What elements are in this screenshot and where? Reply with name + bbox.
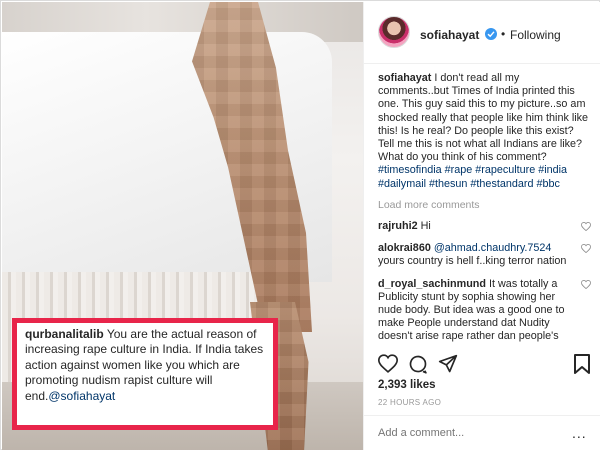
heart-icon[interactable] xyxy=(377,354,399,378)
caption-hashtags[interactable]: #timesofindia #rape #rapeculture #india … xyxy=(378,164,567,189)
comment-username[interactable]: alokrai860 xyxy=(378,242,431,254)
highlighted-comment-mention: @sofiahayat xyxy=(48,388,116,403)
post-side-panel: sofiahayat • Following sofiahayat I don'… xyxy=(363,2,600,450)
comment-mention[interactable]: @ahmad.chaudhry.7524 xyxy=(434,242,552,254)
comment-item: d_royal_sachinmund It was totally a Publ… xyxy=(378,278,591,344)
verified-badge-icon xyxy=(485,28,497,40)
post-caption: sofiahayat I don't read all my comments.… xyxy=(378,72,591,191)
caption-username[interactable]: sofiahayat xyxy=(378,72,431,84)
comment-item: rajruhi2 Hi xyxy=(378,220,591,233)
post-actions-bar xyxy=(364,354,600,380)
comment-icon[interactable] xyxy=(408,354,428,379)
more-options-icon[interactable]: ... xyxy=(572,425,587,441)
comment-text: Hi xyxy=(420,220,431,233)
post-timestamp: 22 HOURS AGO xyxy=(378,398,442,407)
header-username[interactable]: sofiahayat xyxy=(420,28,479,42)
comment-username[interactable]: rajruhi2 xyxy=(378,220,418,232)
post-photo[interactable]: qurbanalitalib You are the actual reason… xyxy=(2,2,363,450)
post-header: sofiahayat • Following xyxy=(364,2,600,64)
following-button[interactable]: Following xyxy=(510,28,561,42)
avatar[interactable] xyxy=(378,16,410,48)
share-icon[interactable] xyxy=(438,354,458,379)
follow-separator: • xyxy=(501,27,506,41)
comment-text: yours country is hell f..king terror nat… xyxy=(378,255,567,268)
add-comment-input[interactable] xyxy=(378,427,558,439)
load-more-comments-link[interactable]: Load more comments xyxy=(378,199,591,212)
highlighted-comment: qurbanalitalib You are the actual reason… xyxy=(12,318,278,430)
comment-like-heart-icon[interactable] xyxy=(581,279,591,293)
add-comment-bar: ... xyxy=(364,415,600,450)
comment-item: alokrai860 @ahmad.chaudhry.7524 yours co… xyxy=(378,242,591,268)
bookmark-icon[interactable] xyxy=(574,354,590,379)
instagram-post-frame: qurbanalitalib You are the actual reason… xyxy=(0,0,600,450)
highlighted-comment-user: qurbanalitalib xyxy=(25,327,104,341)
comment-like-heart-icon[interactable] xyxy=(581,244,591,257)
comments-list: sofiahayat I don't read all my comments.… xyxy=(378,72,591,352)
like-count[interactable]: 2,393 likes xyxy=(378,379,436,391)
caption-text: I don't read all my comments..but Times … xyxy=(378,72,589,164)
comment-username[interactable]: d_royal_sachinmund xyxy=(378,278,486,290)
comment-like-heart-icon[interactable] xyxy=(581,222,591,235)
